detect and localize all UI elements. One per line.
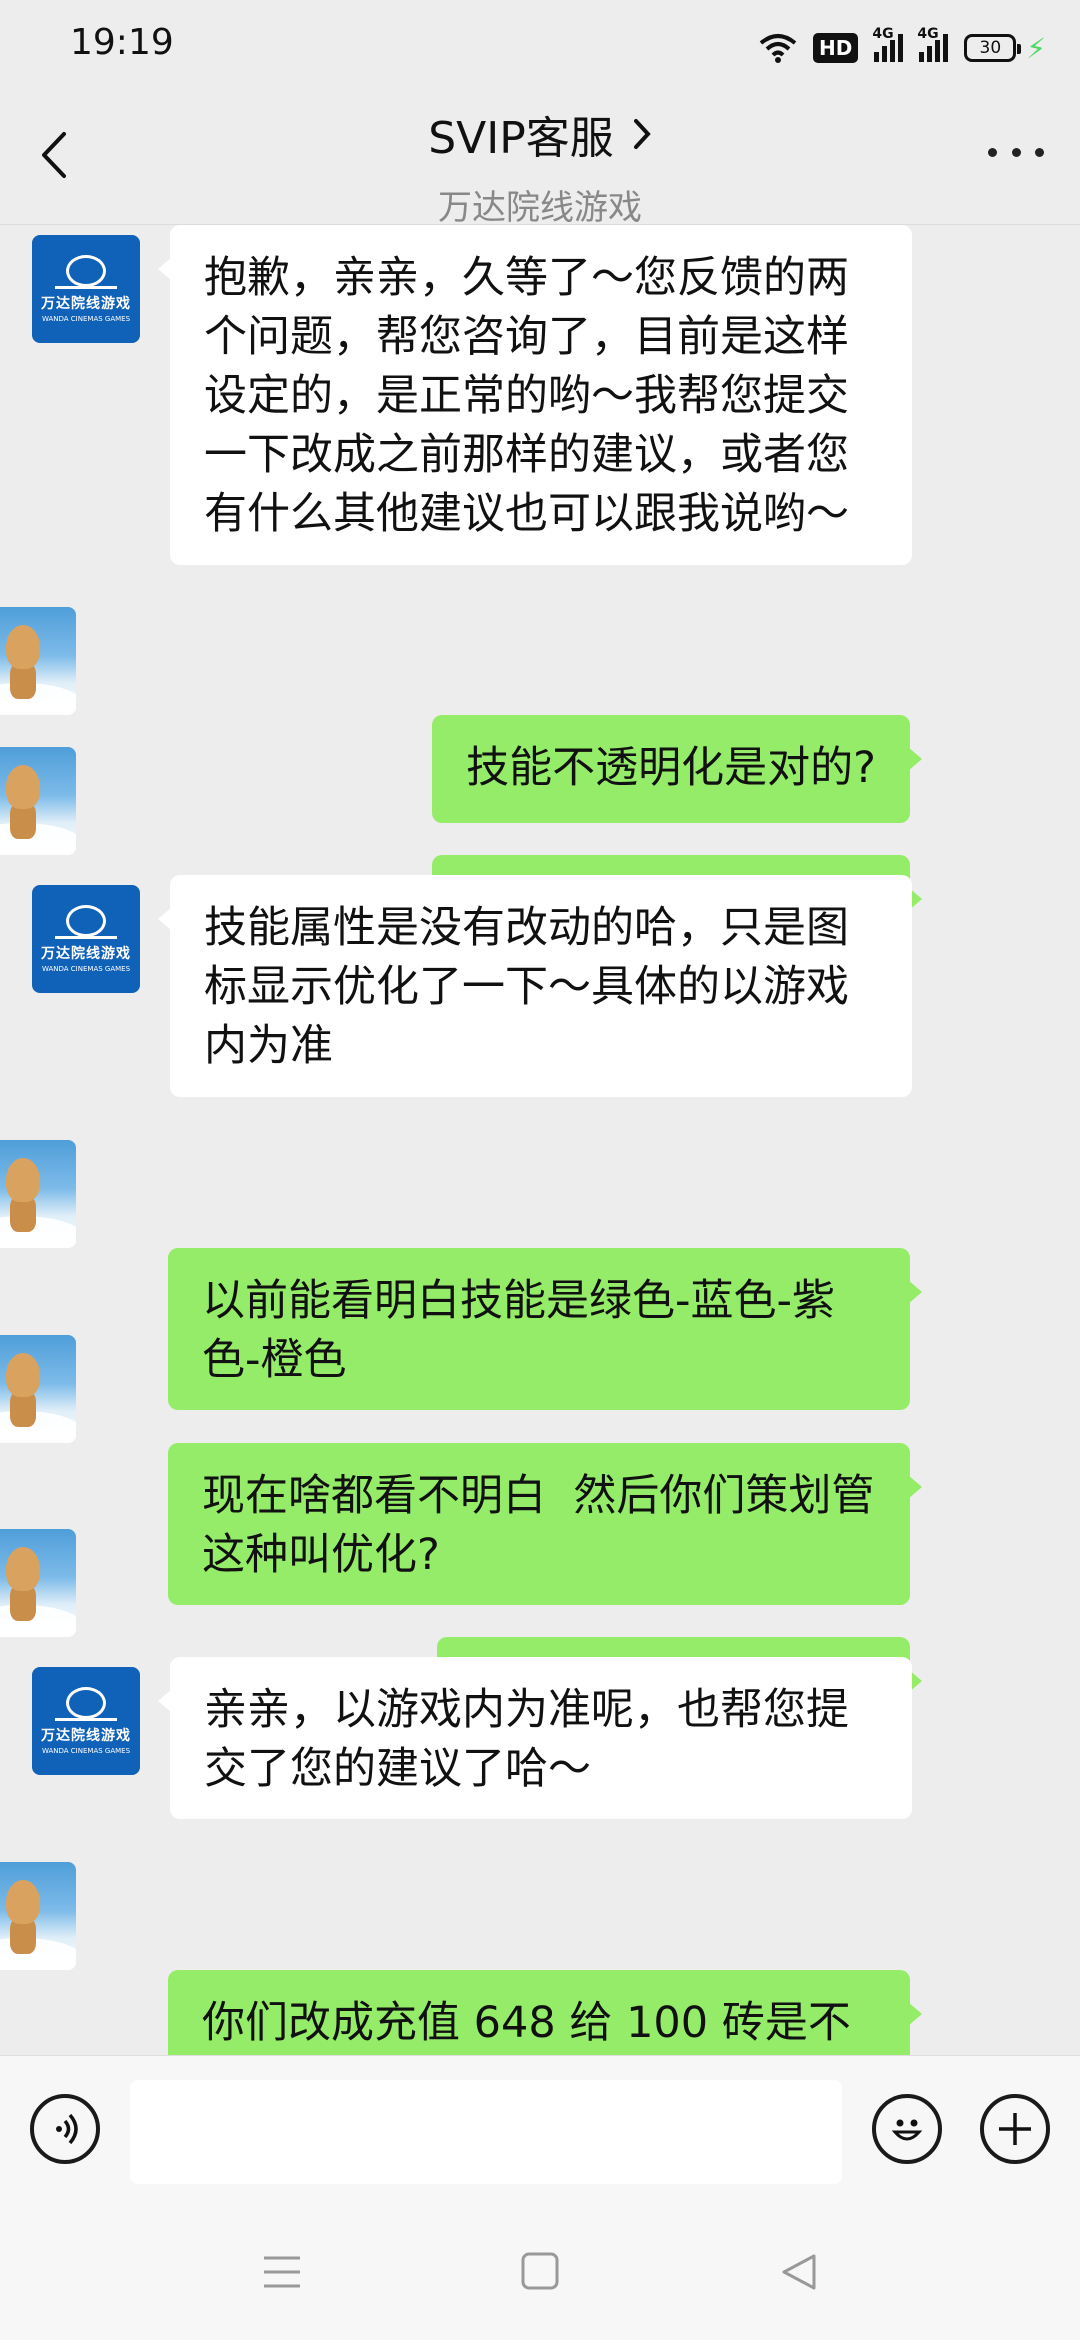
chevron-right-icon [633,119,651,149]
agent-logo-subtext: WANDA CINEMAS GAMES [41,965,131,973]
user-avatar[interactable] [0,1529,76,1637]
status-bar: 19:19 HD 4G 4G 30 ⚡ [0,0,1080,92]
system-nav-bar [0,2206,1080,2340]
agent-avatar[interactable]: 万达院线游戏 WANDA CINEMAS GAMES [32,885,140,993]
logo-icon [55,1687,117,1721]
signal-icon: 4G [917,26,949,62]
message-row: 那为什么以前透明化? [0,747,1080,963]
status-time: 19:19 [70,22,174,63]
user-avatar[interactable] [0,1140,76,1248]
chat-header: SVIP客服 万达院线游戏 [0,92,1080,228]
input-bar [0,2055,1080,2206]
message-input[interactable] [130,2080,842,2184]
signal-label: 4G [872,26,894,42]
user-avatar[interactable] [0,1862,76,1970]
battery-icon: 30 [964,34,1022,62]
agent-avatar[interactable]: 万达院线游戏 WANDA CINEMAS GAMES [32,235,140,343]
message-bubble[interactable]: 抱歉，亲亲，久等了～您反馈的两个问题，帮您咨询了，目前是这样设定的，是正常的哟～… [158,225,912,565]
signal-icon: 4G [872,26,904,62]
status-icons: HD 4G 4G 30 ⚡ [759,26,1046,70]
message-row: 那充值 648 给 6480 [0,1529,1080,1745]
battery-level: 30 [979,38,1002,58]
title-area[interactable]: SVIP客服 万达院线游戏 [0,102,1080,229]
chat-title[interactable]: SVIP客服 [428,102,614,166]
signal-label: 4G [917,26,939,42]
message-bubble[interactable]: 你们改成充值 648 给 100 砖是不是也能叫优化 [168,1970,922,2055]
hd-badge: HD [812,33,859,63]
plus-icon[interactable] [980,2094,1050,2164]
agent-logo-subtext: WANDA CINEMAS GAMES [41,1747,131,1755]
message-row: 你们改成充值 648 给 100 砖是不是也能叫优化 [0,1862,1080,2055]
back-triangle-icon[interactable] [776,2250,824,2294]
agent-logo-subtext: WANDA CINEMAS GAMES [41,315,131,323]
user-avatar[interactable] [0,1335,76,1443]
message-list[interactable]: 万达院线游戏 WANDA CINEMAS GAMES 抱歉，亲亲，久等了～您反馈… [0,225,1080,2055]
message-bubble[interactable]: 亲亲，以游戏内为准呢，也帮您提交了您的建议了哈～ [158,1657,912,1819]
logo-icon [55,905,117,939]
agent-avatar[interactable]: 万达院线游戏 WANDA CINEMAS GAMES [32,1667,140,1775]
message-row: 以前能看明白技能是绿色-蓝色-紫色-橙色 [0,1140,1080,1410]
logo-icon [55,255,117,289]
message-bubble[interactable]: 技能属性是没有改动的哈，只是图标显示优化了一下～具体的以游戏内为准 [158,875,912,1097]
agent-logo-text: 万达院线游戏 [41,946,131,962]
user-avatar[interactable] [0,747,76,855]
user-avatar[interactable] [0,607,76,715]
more-icon[interactable] [988,142,1044,162]
message-row: 技能不透明化是对的? [0,607,1080,823]
chat-subtitle: 万达院线游戏 [438,188,642,228]
message-row: 现在啥都看不明白 然后你们策划管这种叫优化? [0,1335,1080,1605]
agent-logo-text: 万达院线游戏 [41,1728,131,1744]
wifi-icon [759,34,797,63]
home-icon[interactable] [516,2250,564,2294]
emoji-icon[interactable] [872,2094,942,2164]
charging-icon: ⚡ [1026,31,1046,65]
agent-logo-text: 万达院线游戏 [41,296,131,312]
menu-icon[interactable] [258,2250,306,2294]
voice-icon[interactable] [30,2094,100,2164]
